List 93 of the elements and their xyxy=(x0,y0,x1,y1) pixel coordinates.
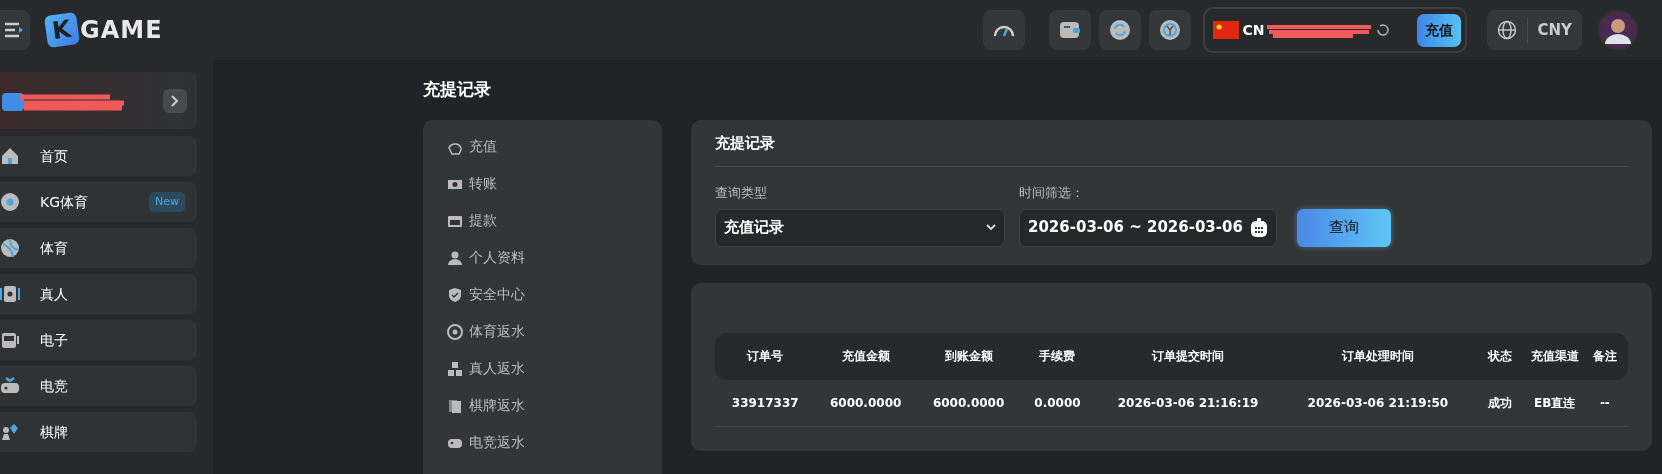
refresh-button[interactable] xyxy=(1098,10,1141,50)
table-cell: EB直连 xyxy=(1527,379,1582,427)
column-header: 到账金额 xyxy=(915,332,1022,380)
nav-label: 电竞 xyxy=(40,376,68,396)
sidebar-item[interactable]: 电竞 xyxy=(0,366,197,406)
sidebar-item[interactable]: 电子 xyxy=(0,320,197,360)
currency-label: CNY xyxy=(1537,19,1572,41)
table-cell: 6000.0000 xyxy=(815,379,916,427)
flag-icon xyxy=(1212,21,1239,39)
account-card[interactable] xyxy=(0,72,197,129)
playing-cards-icon xyxy=(447,397,463,414)
submenu-label: 棋牌返水 xyxy=(469,396,525,415)
submenu-label: 体育返水 xyxy=(469,322,525,341)
globe-icon xyxy=(1496,20,1517,40)
submenu-label: 转账 xyxy=(469,174,497,193)
submenu-item[interactable]: 棋牌返水 xyxy=(447,387,662,424)
slot-machine-icon xyxy=(0,330,20,350)
submenu-label: 个人资料 xyxy=(469,248,525,267)
table-cell: 成功 xyxy=(1473,379,1528,427)
nav-label: 棋牌 xyxy=(40,422,68,442)
table-cell: 0.0000 xyxy=(1021,379,1094,427)
table-cell: 6000.0000 xyxy=(915,379,1022,427)
type-select[interactable]: 充值记录 xyxy=(715,208,1005,247)
menu-button[interactable] xyxy=(0,10,30,50)
language-button[interactable]: CNY xyxy=(1486,10,1582,50)
submenu-item[interactable]: 体育返水 xyxy=(447,313,662,350)
chevron-down-icon xyxy=(986,224,996,231)
submenu-label: 电竞返水 xyxy=(469,433,525,452)
card-icon xyxy=(0,284,20,304)
page-title: 充提记录 xyxy=(423,78,492,102)
date-range-field[interactable]: 2026-03-06 ~ 2026-03-06 xyxy=(1019,208,1277,247)
sidebar-item[interactable]: 首页 xyxy=(0,136,197,176)
column-header: 订单提交时间 xyxy=(1093,332,1283,380)
column-header: 状态 xyxy=(1473,332,1528,380)
soccer-ball-icon xyxy=(0,192,20,212)
user-icon xyxy=(447,249,463,266)
column-header: 订单处理时间 xyxy=(1282,332,1474,380)
avatar[interactable] xyxy=(1598,10,1638,50)
wallet-button[interactable] xyxy=(1048,10,1091,50)
column-header: 备注 xyxy=(1581,332,1628,380)
nav-label: KG体育 xyxy=(40,192,89,212)
submenu-label: 真人返水 xyxy=(469,359,525,378)
logo[interactable]: KGAME xyxy=(46,12,163,48)
expand-button[interactable] xyxy=(163,88,187,113)
shield-icon xyxy=(447,286,463,303)
refresh-icon xyxy=(1108,19,1131,41)
submenu-label: 充值 xyxy=(469,137,497,156)
column-header: 订单号 xyxy=(715,332,816,380)
chevron-right-icon xyxy=(171,94,179,107)
sidebar-item[interactable]: 棋牌 xyxy=(0,412,197,452)
column-header: 充值金额 xyxy=(815,332,916,380)
field-label: 查询类型 xyxy=(715,184,768,202)
sidebar-item[interactable]: KG体育 New xyxy=(0,182,197,222)
nav-label: 真人 xyxy=(40,284,68,304)
yen-icon xyxy=(1158,19,1181,41)
table-cell: 2026-03-06 21:19:50 xyxy=(1282,379,1474,427)
wallet-icon xyxy=(1058,21,1081,39)
submenu-item[interactable]: 电竞返水 xyxy=(447,424,662,461)
gauge-icon xyxy=(992,23,1015,37)
balance-text: CN xyxy=(1242,20,1265,40)
sidebar-item[interactable]: 体育 xyxy=(0,228,197,268)
nav-label: 首页 xyxy=(40,146,68,166)
basketball-icon xyxy=(0,238,20,258)
calendar-icon xyxy=(1250,217,1268,238)
speed-button[interactable] xyxy=(982,10,1025,50)
home-icon xyxy=(0,146,20,166)
field-label: 时间筛选： xyxy=(1019,184,1085,202)
soccer-ball-icon xyxy=(447,323,463,340)
submenu-item[interactable]: 真人返水 xyxy=(447,350,662,387)
menu-icon xyxy=(5,22,25,38)
table-cell: 2026-03-06 21:16:19 xyxy=(1093,379,1283,427)
table-cell: 33917337 xyxy=(715,379,816,427)
nav-label: 体育 xyxy=(40,238,68,258)
submenu-item[interactable]: 安全中心 xyxy=(447,276,662,313)
column-header: 充值渠道 xyxy=(1527,332,1582,380)
submenu-item[interactable]: 转账 xyxy=(447,165,662,202)
deposit-button[interactable]: 充值 xyxy=(1416,13,1461,47)
submenu-label: 提款 xyxy=(469,211,497,230)
exchange-button[interactable] xyxy=(1148,10,1191,50)
column-header: 手续费 xyxy=(1021,332,1094,380)
submenu-item[interactable]: 提款 xyxy=(447,202,662,239)
new-badge: New xyxy=(149,191,185,213)
gamepad-icon xyxy=(0,376,20,396)
chess-piece-icon xyxy=(0,422,20,442)
query-button[interactable]: 查询 xyxy=(1297,208,1391,247)
submenu-item[interactable]: 充值 xyxy=(447,128,662,165)
nav-label: 电子 xyxy=(40,330,68,350)
refresh-icon[interactable] xyxy=(1374,22,1391,38)
submenu-label: 安全中心 xyxy=(469,285,525,304)
table-cell: -- xyxy=(1581,379,1628,427)
card-title: 充提记录 xyxy=(715,134,1628,167)
submenu-item[interactable]: 个人资料 xyxy=(447,239,662,276)
sidebar-item[interactable]: 真人 xyxy=(0,274,197,314)
